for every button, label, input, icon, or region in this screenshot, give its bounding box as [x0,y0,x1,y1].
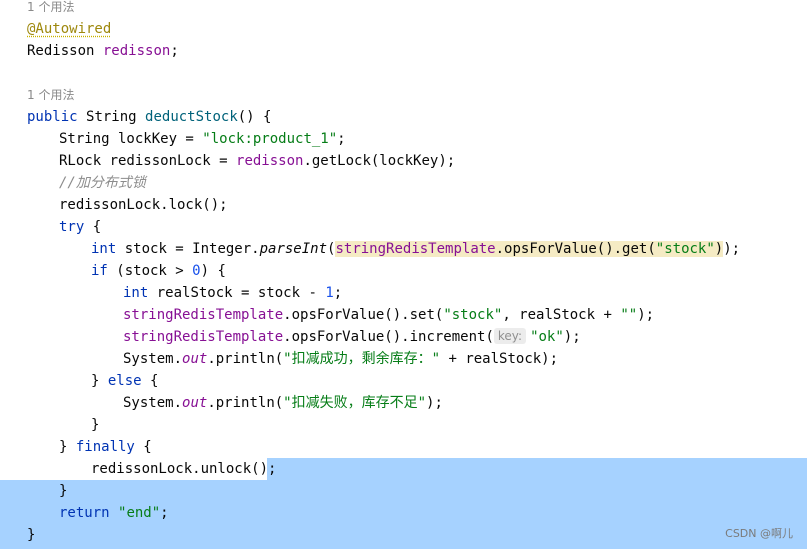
code-text: System. [123,351,183,367]
annotation-line: @Autowired [27,18,111,40]
code-line-lockkey: String lockKey = "lock:product_1"; [59,128,346,150]
field-reference: stringRedisTemplate [123,329,284,345]
watermark: CSDN @啊儿 [725,527,793,540]
usage-hint[interactable]: 1 个用法 [27,84,74,106]
keyword-try: try [59,219,85,235]
code-line-increment: stringRedisTemplate.opsForValue().increm… [123,326,581,348]
code-line-return: return "end"; [59,502,169,524]
code-text: .println( [207,351,284,367]
number-literal: 0 [192,263,201,279]
code-line-if: if (stock > 0) { [91,260,226,282]
code-text: { [134,439,152,455]
code-line-lock: redissonLock.lock(); [59,197,228,213]
code-text: { [141,373,159,389]
string-literal: "end" [118,505,161,521]
number-literal: 1 [325,285,334,301]
code-text: RLock redissonLock = [59,153,237,169]
code-text: ); [426,395,443,411]
code-editor[interactable]: 1 个用法 @Autowired Redisson redisson; 1 个用… [0,0,807,549]
code-text: stock = Integer. [116,241,260,257]
string-literal: "" [620,307,638,323]
code-text: } [91,373,108,389]
code-line-finally: } finally { [59,436,152,458]
keyword-int: int [91,241,117,257]
code-line-close-method: } [27,527,36,543]
code-line-close-try: } [59,483,68,499]
field-reference: redisson [236,153,304,169]
selection-highlight-line [267,458,807,480]
code-text: .getLock(lockKey); [303,153,456,169]
return-type: String [86,109,137,125]
string-literal: "扣减失败，库存不足" [283,395,427,411]
method-declaration: public String deductStock() { [27,106,271,128]
keyword-int: int [123,285,149,301]
code-line-try: try { [59,216,101,238]
code-line-println-fail: System.out.println("扣减失败，库存不足"); [123,392,443,414]
string-literal: "stock" [655,241,715,257]
keyword-public: public [27,109,78,125]
field-reference: stringRedisTemplate [123,307,284,323]
parameter-hint[interactable]: key: [493,328,527,344]
code-text: realStock = stock - [148,285,326,301]
static-field: out [182,395,208,411]
keyword-if: if [91,263,108,279]
code-text: } [59,439,76,455]
code-text: ; [337,131,346,147]
code-text: .opsForValue().get( [495,241,656,257]
usage-hint[interactable]: 1 个用法 [27,0,74,18]
code-text: ); [723,241,741,257]
code-text: ); [563,329,581,345]
code-line-unlock: redissonLock.unlock(); [91,461,277,477]
field-name: redisson [102,43,171,59]
code-text: .opsForValue().set( [283,307,444,323]
string-literal: "ok" [530,329,564,345]
code-text: (stock > [107,263,193,279]
code-comment: //加分布式锁 [59,175,146,191]
keyword-finally: finally [75,439,135,455]
string-literal: "lock:product_1" [202,131,338,147]
code-text: ; [160,505,169,521]
keyword-return: return [59,505,110,521]
method-name: deductStock [145,109,238,125]
code-text: ) { [200,263,226,279]
code-line-println-success: System.out.println("扣减成功，剩余库存：" + realSt… [123,348,558,370]
code-text: .opsForValue().increment( [283,329,494,345]
field-reference: stringRedisTemplate [335,241,496,257]
static-method: parseInt [259,241,328,257]
keyword-else: else [107,373,142,389]
code-text: ); [637,307,655,323]
code-text: + realStock); [440,351,559,367]
code-line-realstock: int realStock = stock - 1; [123,282,342,304]
field-declaration: Redisson redisson; [27,40,179,62]
code-text: ) [714,241,724,257]
code-line-stock: int stock = Integer.parseInt(stringRedis… [91,238,740,260]
code-line-else: } else { [91,370,158,392]
code-text: ; [333,285,343,301]
code-text: , realStock + [502,307,621,323]
string-literal: "扣减成功，剩余库存：" [283,351,441,367]
code-line-rlock: RLock redissonLock = redisson.getLock(lo… [59,150,455,172]
argument-highlight: stringRedisTemplate.opsForValue().get("s… [335,241,724,257]
code-text: { [84,219,102,235]
code-text: .println( [207,395,284,411]
field-type: Redisson [27,43,95,59]
string-literal: "stock" [443,307,503,323]
code-text: String lockKey = [59,131,203,147]
code-text: System. [123,395,183,411]
method-rest: () { [237,109,272,125]
static-field: out [182,351,208,367]
semicolon: ; [170,43,179,59]
annotation: @Autowired [27,21,112,37]
code-line-set: stringRedisTemplate.opsForValue().set("s… [123,304,654,326]
code-line-close-if: } [91,417,100,433]
